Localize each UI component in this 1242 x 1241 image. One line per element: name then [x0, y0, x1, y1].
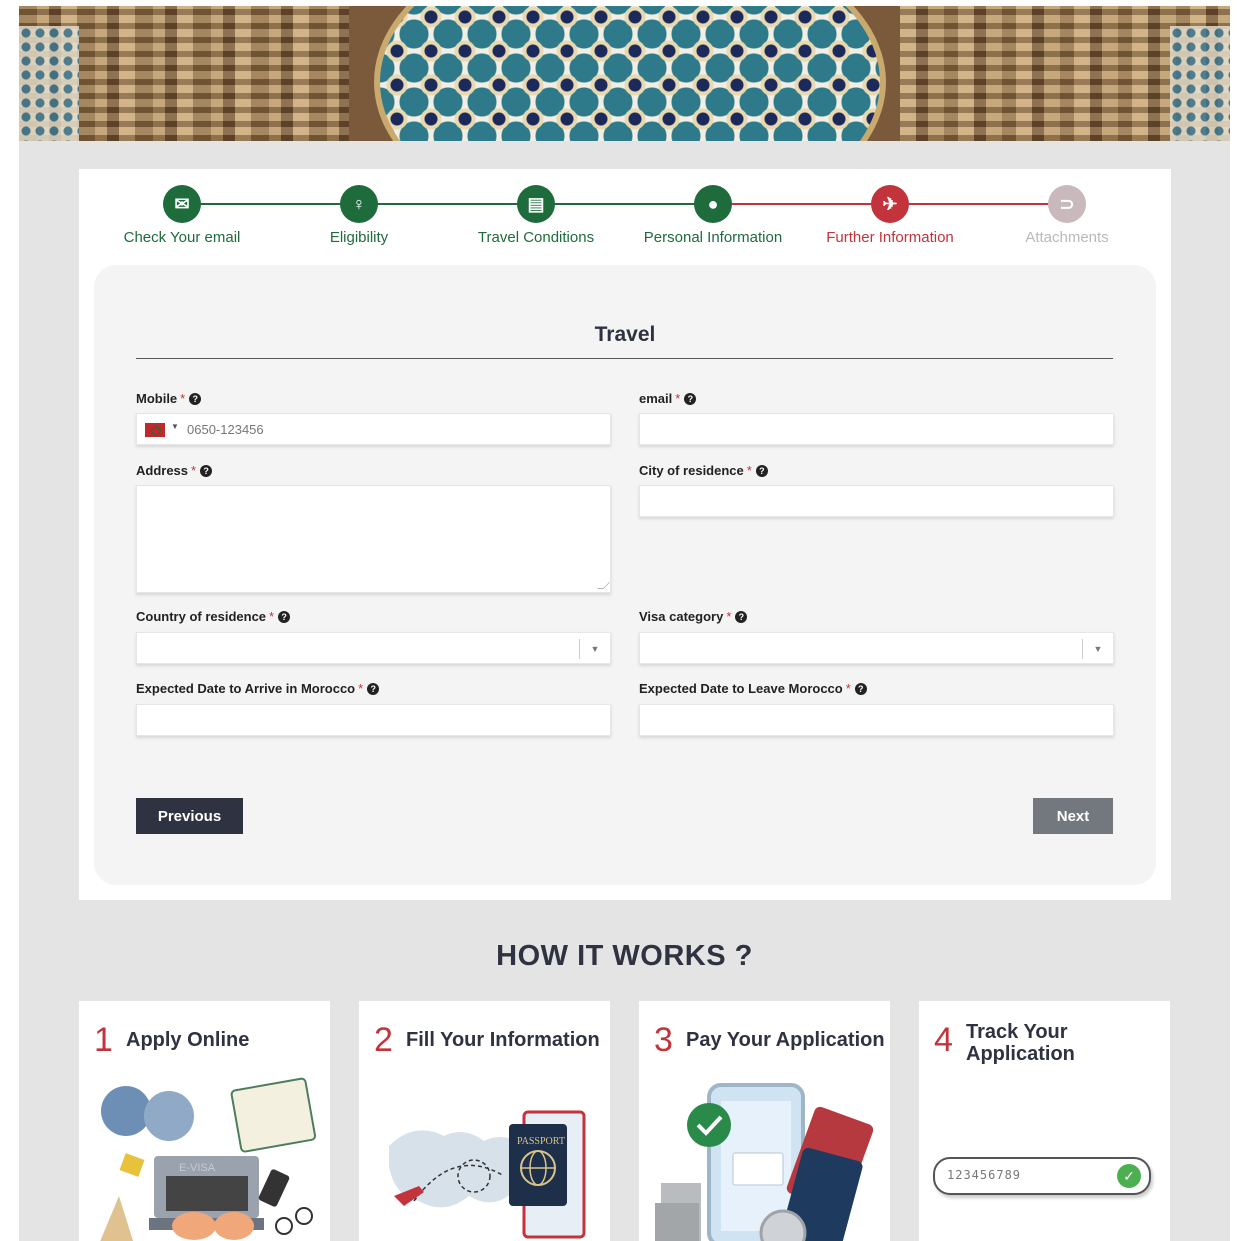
step-travel-conditions[interactable]: ▤ Travel Conditions [446, 185, 626, 246]
step-number: 2 [374, 1021, 393, 1059]
airplane-icon: ✈ [871, 185, 909, 223]
passport-map-illustration-icon: PASSPORT [389, 1110, 586, 1239]
svg-text:E-VISA: E-VISA [179, 1162, 216, 1174]
step-number: 3 [654, 1021, 673, 1059]
progress-steps: ✉ Check Your email ♀ Eligibility ▤ Trave… [79, 169, 1171, 259]
banner-mosaic [374, 6, 886, 141]
tracking-input[interactable]: 123456789 ✓ [933, 1157, 1151, 1195]
step-title: Apply Online [126, 1029, 250, 1051]
tracking-value: 123456789 [947, 1168, 1022, 1182]
country-select[interactable]: ▼ [136, 632, 611, 664]
help-icon[interactable]: ? [278, 611, 291, 623]
city-label: City of residence *? [639, 463, 768, 478]
address-label: Address *? [136, 463, 213, 478]
help-icon[interactable]: ? [367, 683, 380, 695]
title-divider [136, 358, 1113, 359]
morocco-flag-icon[interactable] [145, 423, 165, 437]
header-banner [19, 6, 1230, 141]
paperclip-icon: ⊃ [1048, 185, 1086, 223]
leave-date-field[interactable] [639, 704, 1114, 736]
visa-category-select[interactable]: ▼ [639, 632, 1114, 664]
caret-down-icon[interactable]: ▼ [171, 422, 179, 431]
step-number: 4 [934, 1021, 953, 1059]
mobile-label: Mobile *? [136, 391, 202, 406]
how-card-track-application: 4 Track Your Application 123456789 ✓ [919, 1001, 1170, 1241]
step-check-email[interactable]: ✉ Check Your email [92, 185, 272, 246]
eligibility-icon: ♀ [340, 185, 378, 223]
help-icon[interactable]: ? [854, 683, 867, 695]
application-card: ✉ Check Your email ♀ Eligibility ▤ Trave… [79, 169, 1171, 900]
email-label: email *? [639, 391, 697, 406]
step-further-information[interactable]: ✈ Further Information [800, 185, 980, 246]
country-label: Country of residence *? [136, 609, 291, 624]
svg-text:PASSPORT: PASSPORT [517, 1136, 565, 1147]
city-field[interactable] [639, 485, 1114, 517]
step-attachments[interactable]: ⊃ Attachments [977, 185, 1157, 246]
laptop-illustration-icon: E-VISA [100, 1077, 317, 1241]
checkmark-icon: ✓ [1117, 1164, 1141, 1188]
chevron-down-icon[interactable]: ▼ [1082, 639, 1113, 659]
how-card-fill-information: 2 Fill Your Information PASSPORT [359, 1001, 610, 1241]
help-icon[interactable]: ? [200, 465, 213, 477]
mobile-placeholder: 0650-123456 [187, 422, 264, 437]
step-eligibility[interactable]: ♀ Eligibility [269, 185, 449, 246]
chevron-down-icon[interactable]: ▼ [579, 639, 610, 659]
step-label: Eligibility [329, 229, 389, 246]
step-label: Personal Information [643, 229, 783, 246]
step-title: Pay Your Application [686, 1029, 885, 1051]
page: ✉ Check Your email ♀ Eligibility ▤ Trave… [19, 6, 1230, 1241]
email-field[interactable] [639, 413, 1114, 445]
form-title: Travel [594, 323, 656, 346]
next-button[interactable]: Next [1033, 798, 1113, 834]
how-it-works-title: HOW IT WORKS ? [496, 940, 753, 972]
step-label: Attachments [1025, 229, 1109, 246]
arrive-date-field[interactable] [136, 704, 611, 736]
how-card-pay-application: 3 Pay Your Application [639, 1001, 890, 1241]
help-icon[interactable]: ? [755, 465, 768, 477]
step-title: Track Your Application [966, 1021, 1075, 1065]
visa-label: Visa category *? [639, 609, 748, 624]
mobile-field[interactable]: ▼ 0650-123456 [136, 413, 611, 445]
step-title: Fill Your Information [406, 1029, 600, 1051]
resize-handle[interactable] [597, 582, 610, 589]
leave-date-label: Expected Date to Leave Morocco *? [639, 681, 867, 696]
travel-form-panel: Travel Mobile *? ▼ 0650-123456 email *? Ad… [94, 265, 1156, 885]
help-icon[interactable]: ? [735, 611, 748, 623]
how-card-apply-online: 1 Apply Online E-VISA [79, 1001, 330, 1241]
address-textarea[interactable] [136, 485, 611, 593]
step-label: Check Your email [123, 229, 241, 246]
help-icon[interactable]: ? [189, 393, 202, 405]
help-icon[interactable]: ? [684, 393, 697, 405]
arrive-date-label: Expected Date to Arrive in Morocco *? [136, 681, 380, 696]
step-personal-information[interactable]: ● Personal Information [623, 185, 803, 246]
step-label: Further Information [826, 229, 954, 246]
step-label: Travel Conditions [477, 229, 595, 246]
envelope-icon: ✉ [163, 185, 201, 223]
user-icon: ● [694, 185, 732, 223]
previous-button[interactable]: Previous [136, 798, 243, 834]
payment-illustration-icon [655, 1083, 874, 1241]
step-number: 1 [94, 1021, 113, 1059]
document-icon: ▤ [517, 185, 555, 223]
